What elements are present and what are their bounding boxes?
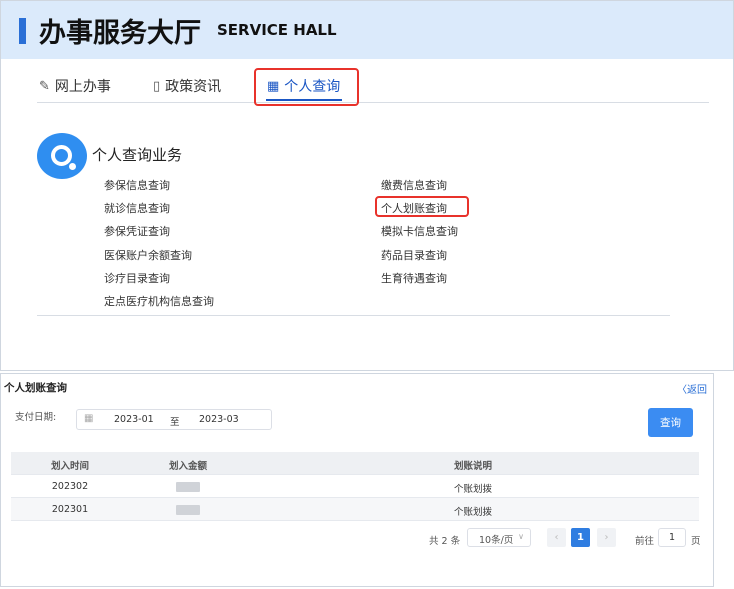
table-row: 202301 个账划拨 <box>11 498 699 521</box>
link-drug-catalog[interactable]: 药品目录查询 <box>381 247 447 263</box>
transfer-table: 划入时间 划入金额 划账说明 202302 个账划拨 202301 个账划拨 <box>11 452 699 521</box>
cell-time: 202301 <box>51 504 89 515</box>
goto-label: 前往 <box>635 536 655 547</box>
cell-desc: 个账划拨 <box>453 507 492 518</box>
tab-online-service[interactable]: ✎ 网上办事 <box>39 76 111 96</box>
date-range-picker[interactable]: ▦ 2023-01 至 2023-03 <box>76 409 272 430</box>
date-from[interactable]: 2023-01 <box>114 414 154 425</box>
link-simulated-card[interactable]: 模拟卡信息查询 <box>381 223 458 239</box>
header-accent-bar <box>19 18 26 44</box>
page-title: 办事服务大厅 <box>39 18 201 49</box>
section-divider <box>37 315 670 316</box>
link-insurance-voucher[interactable]: 参保凭证查询 <box>104 223 170 239</box>
tab-policy-news[interactable]: ▯ 政策资讯 <box>153 76 221 96</box>
detail-title: 个人划账查询 <box>4 382 67 394</box>
tab-label: 政策资讯 <box>165 79 222 95</box>
link-highlight-box <box>375 196 469 217</box>
date-to[interactable]: 2023-03 <box>199 414 239 425</box>
link-visit-info[interactable]: 就诊信息查询 <box>104 200 170 216</box>
table-header: 划入时间 划入金额 划账说明 <box>11 452 699 475</box>
chevron-left-icon: ‹ <box>554 532 559 543</box>
page-suffix: 页 <box>691 536 701 547</box>
chevron-down-icon: ∨ <box>518 532 524 541</box>
date-separator: 至 <box>170 417 180 428</box>
section-title: 个人查询业务 <box>92 146 183 164</box>
page-size-select[interactable]: 10条/页 ∨ <box>467 528 531 547</box>
search-icon <box>37 133 87 179</box>
calendar-icon: ▦ <box>84 413 94 424</box>
chevron-right-icon: › <box>604 532 609 543</box>
pager-total: 共 2 条 <box>429 536 461 547</box>
link-maternity-benefits[interactable]: 生育待遇查询 <box>381 270 447 286</box>
link-treatment-catalog[interactable]: 诊疗目录查询 <box>104 270 170 286</box>
link-designated-institutions[interactable]: 定点医疗机构信息查询 <box>104 293 214 309</box>
query-button[interactable]: 查询 <box>648 408 693 437</box>
cell-desc: 个账划拨 <box>453 484 492 495</box>
table-row: 202302 个账划拨 <box>11 475 699 498</box>
page-title-en: SERVICE HALL <box>217 21 337 39</box>
cell-amount-redacted <box>129 504 247 515</box>
page-size-value: 10条/页 <box>479 535 514 546</box>
column-header: 划账说明 <box>453 461 492 472</box>
prev-page-button[interactable]: ‹ <box>547 528 566 547</box>
service-hall-panel: 办事服务大厅 SERVICE HALL ✎ 网上办事 ▯ 政策资讯 ▦ 个人查询… <box>0 0 734 371</box>
link-payment-info[interactable]: 缴费信息查询 <box>381 177 447 193</box>
cell-amount-redacted <box>129 481 247 492</box>
goto-page-input[interactable]: 1 <box>658 528 686 547</box>
link-insurance-info[interactable]: 参保信息查询 <box>104 177 170 193</box>
link-account-balance[interactable]: 医保账户余额查询 <box>104 247 192 263</box>
page-number-current[interactable]: 1 <box>571 528 590 547</box>
filter-label: 支付日期: <box>15 412 57 423</box>
tab-highlight-box <box>254 68 359 106</box>
back-link[interactable]: 〈返回 <box>677 381 707 396</box>
book-icon: ▯ <box>153 78 161 94</box>
tab-bar: ✎ 网上办事 ▯ 政策资讯 ▦ 个人查询 <box>37 73 709 103</box>
next-page-button[interactable]: › <box>597 528 616 547</box>
cell-time: 202302 <box>51 481 89 492</box>
column-header: 划入时间 <box>50 461 89 472</box>
edit-icon: ✎ <box>39 78 50 94</box>
page-header: 办事服务大厅 SERVICE HALL <box>1 1 733 59</box>
transfer-query-panel: 个人划账查询 〈返回 支付日期: ▦ 2023-01 至 2023-03 查询 … <box>0 373 714 587</box>
tab-label: 网上办事 <box>54 79 111 95</box>
column-header: 划入金额 <box>168 461 207 472</box>
